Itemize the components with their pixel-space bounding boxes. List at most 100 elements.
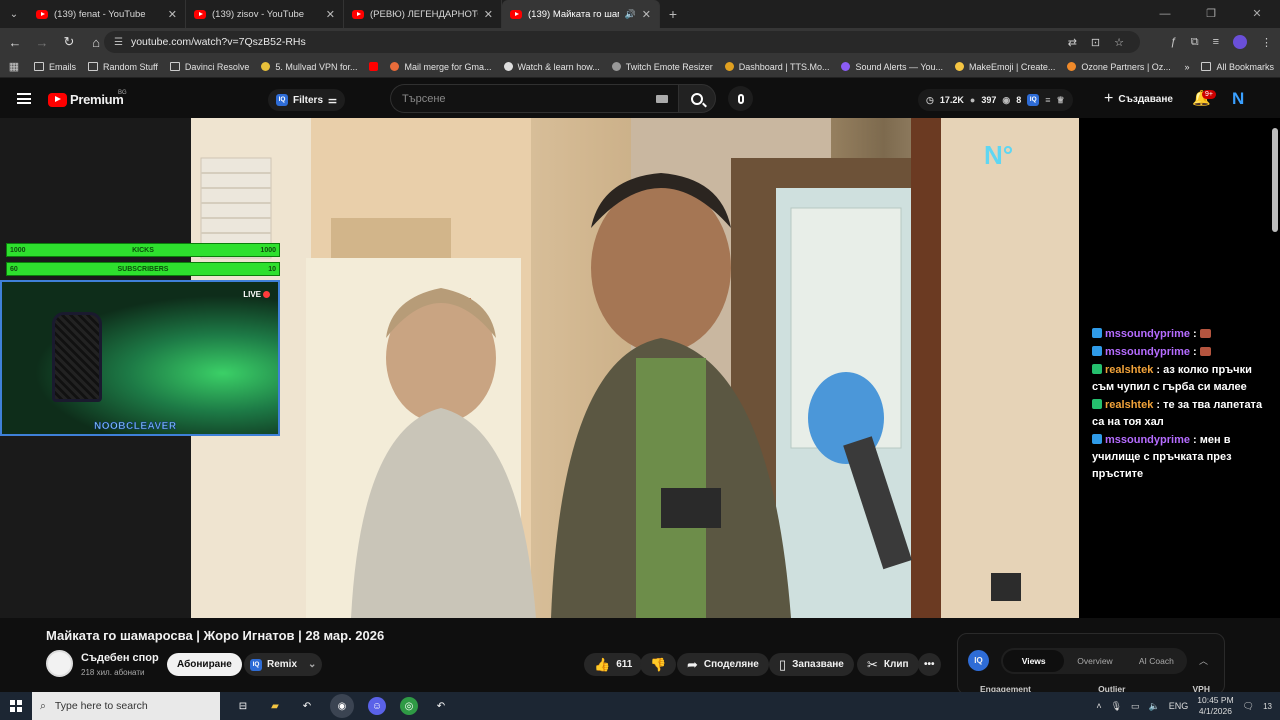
youtube-logo[interactable]: Premium BG — [48, 90, 127, 107]
save-button[interactable]: ▯ Запазване — [769, 653, 854, 676]
language-indicator[interactable]: ENG — [1169, 701, 1189, 711]
like-button[interactable]: 👍 611 — [584, 653, 643, 676]
url-text[interactable]: youtube.com/watch?v=7QszB52-RHs — [131, 36, 306, 48]
platform-icon — [1092, 434, 1102, 444]
chrome-icon[interactable]: ◎ — [400, 697, 418, 715]
reading-list-icon[interactable]: ≡ — [1213, 36, 1219, 48]
bookmark-item[interactable]: MakeEmoji | Create... — [949, 62, 1061, 72]
tab-overview[interactable]: Overview — [1064, 656, 1125, 666]
apps-grid-icon[interactable]: ▦ — [0, 60, 28, 73]
profile-avatar[interactable] — [1233, 35, 1247, 49]
bookmark-item[interactable]: Sound Alerts — You... — [835, 62, 949, 72]
clip-label: Клип — [883, 659, 909, 670]
clip-button[interactable]: ✂ Клип — [857, 653, 919, 676]
close-tab-icon[interactable]: ✕ — [326, 8, 335, 21]
channel-watermark-icon: N° — [984, 140, 1014, 170]
bookmark-item[interactable]: Dashboard | TTS.Mo... — [719, 62, 836, 72]
bookmark-item[interactable]: Mail merge for Gma... — [384, 62, 497, 72]
channel-name[interactable]: Съдебен спор — [81, 652, 159, 664]
live-label: LIVE — [243, 290, 261, 299]
browser-tab[interactable]: (РЕВЮ) ЛЕГЕНДАРНОТО LIL PI ✕ — [344, 0, 502, 28]
obs-icon[interactable]: ◉ — [330, 694, 354, 718]
share-button[interactable]: ➦ Споделяне — [677, 653, 769, 676]
browser-tab-active[interactable]: (139) Майката го шамаро 🔊 ✕ — [502, 0, 660, 28]
forward-icon[interactable]: → — [30, 35, 54, 50]
bookmark-item[interactable]: Davinci Resolve — [164, 62, 256, 72]
video-frame[interactable] — [191, 118, 1079, 618]
notification-center-icon[interactable]: 🗨 — [1243, 701, 1254, 712]
bookmark-item[interactable]: Twitch Emote Resizer — [606, 62, 719, 72]
close-tab-icon[interactable]: ✕ — [168, 8, 177, 21]
mic-tray-icon[interactable]: 🎙 — [1111, 701, 1122, 712]
volume-icon[interactable]: 🔈 — [1149, 701, 1160, 712]
list-icon[interactable]: ≡ — [1045, 95, 1050, 105]
file-explorer-icon[interactable]: ▰ — [266, 697, 284, 715]
new-tab-button[interactable]: + — [660, 6, 686, 22]
subscribe-button[interactable]: Абониране — [167, 653, 242, 676]
share-icon: ➦ — [687, 656, 698, 672]
all-bookmarks[interactable]: All Bookmarks — [1195, 62, 1280, 72]
bookmark-item[interactable]: Emails — [28, 62, 82, 72]
bookmark-item[interactable]: Random Stuff — [82, 62, 164, 72]
minimize-icon[interactable]: — — [1142, 0, 1188, 28]
taskbar-search[interactable]: ⌕ Type here to search — [32, 692, 220, 720]
search-button[interactable] — [678, 84, 716, 113]
tab-views[interactable]: Views — [1003, 650, 1065, 672]
restore-icon[interactable]: ❐ — [1188, 0, 1234, 28]
chevron-up-icon[interactable]: ︿ — [1199, 654, 1208, 667]
close-tab-icon[interactable]: ✕ — [484, 8, 493, 21]
bookmark-item[interactable]: 5. Mullvad VPN for... — [255, 62, 363, 72]
chat-message: mssoundyprime : мен в училище с пръчката… — [1092, 434, 1232, 480]
address-bar[interactable]: ☰ youtube.com/watch?v=7QszB52-RHs ⇄ ⊡ ☆ — [104, 31, 1140, 53]
menu-icon[interactable] — [17, 93, 31, 104]
bookmark-item[interactable]: Ozone Partners | Oz... — [1061, 62, 1176, 72]
moderator-badge-icon — [1092, 399, 1102, 409]
browser-tab[interactable]: (139) fenat - YouTube ✕ — [28, 0, 186, 28]
bookmark-item[interactable]: Watch & learn how... — [498, 62, 606, 72]
close-window-icon[interactable]: ✕ — [1234, 0, 1280, 28]
extensions-puzzle-icon[interactable]: ⧉ — [1191, 36, 1199, 49]
close-tab-icon[interactable]: ✕ — [642, 8, 651, 21]
plus-icon: + — [1104, 90, 1114, 107]
more-actions-button[interactable]: ••• — [918, 653, 941, 676]
browser-tab[interactable]: (139) zisov - YouTube ✕ — [186, 0, 344, 28]
install-app-icon[interactable]: ⊡ — [1091, 36, 1100, 49]
keyboard-icon[interactable] — [656, 95, 668, 103]
video-scene — [191, 118, 1079, 618]
discord-icon[interactable]: ☺ — [368, 697, 386, 715]
bookmark-item[interactable] — [363, 62, 384, 71]
bookmark-star-icon[interactable]: ☆ — [1114, 36, 1124, 49]
trophy-icon[interactable]: ♕ — [1057, 95, 1065, 106]
filters-button[interactable]: IQ Filters ⚌ — [268, 89, 345, 111]
page-scrollbar[interactable] — [1272, 128, 1278, 232]
more-bookmarks-icon[interactable]: » — [1178, 62, 1195, 72]
speaker-icon[interactable]: 🔊 — [625, 9, 636, 20]
search-input[interactable]: Търсене — [390, 84, 678, 113]
browser-menu-icon[interactable]: ⋮ — [1261, 36, 1272, 49]
iq-icon[interactable]: IQ — [1027, 94, 1040, 106]
create-button[interactable]: + Създаване — [1104, 90, 1173, 108]
back-icon[interactable]: ← — [3, 35, 27, 50]
brand-text: Premium — [70, 92, 124, 107]
app-icon[interactable]: ↶ — [432, 697, 450, 715]
site-info-icon[interactable]: ☰ — [114, 37, 123, 48]
remix-button[interactable]: IQ Remix ⌄ — [244, 653, 323, 676]
clock[interactable]: 10:45 PM 4/1/2026 — [1197, 695, 1233, 717]
network-icon[interactable]: ▭ — [1131, 701, 1140, 712]
sliders-icon: ⚌ — [328, 94, 337, 106]
dislike-button[interactable]: 👎 — [640, 653, 677, 676]
task-view-icon[interactable]: ⊟ — [234, 697, 252, 715]
extension-f-icon[interactable]: ƒ — [1171, 36, 1177, 48]
app-arrow-icon[interactable]: ↶ — [298, 697, 316, 715]
account-avatar[interactable]: N — [1232, 89, 1248, 108]
translate-icon[interactable]: ⇄ — [1068, 36, 1077, 49]
reload-icon[interactable]: ↻ — [57, 34, 81, 50]
tray-chevron-icon[interactable]: ˄ — [1096, 701, 1101, 711]
tab-search-icon[interactable]: ⌄ — [0, 0, 28, 28]
start-button[interactable] — [0, 700, 32, 712]
tab-ai-coach[interactable]: AI Coach — [1126, 656, 1187, 666]
bookmark-label: 5. Mullvad VPN for... — [275, 61, 358, 72]
voice-search-button[interactable] — [728, 86, 753, 111]
channel-avatar[interactable] — [46, 650, 73, 677]
chevron-down-icon[interactable]: ⌄ — [308, 659, 316, 670]
